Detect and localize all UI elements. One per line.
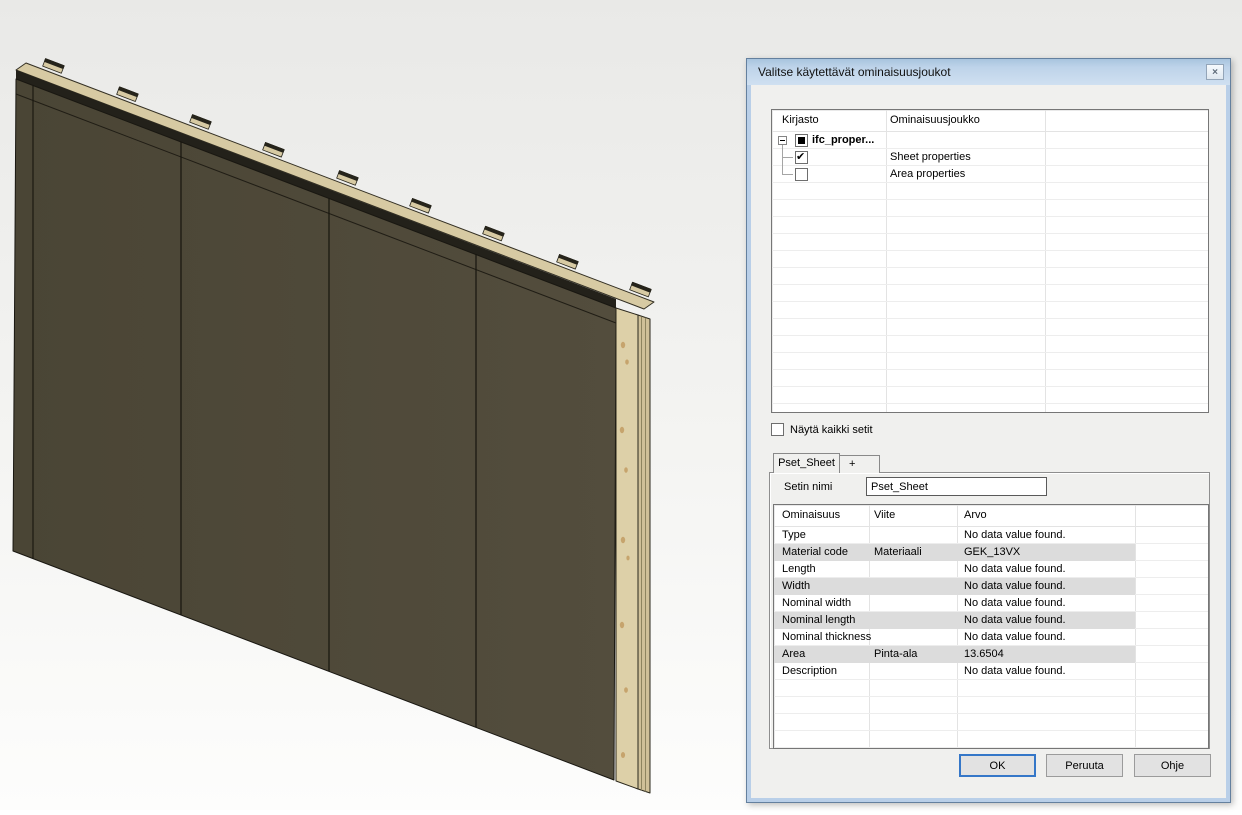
property-reference: Materiaali: [874, 544, 922, 561]
property-value: No data value found.: [964, 578, 1066, 595]
property-name: Type: [782, 527, 806, 544]
property-name: Area: [782, 646, 805, 663]
property-row[interactable]: Area Pinta-ala 13.6504: [774, 646, 1208, 663]
alt-row-background: [774, 578, 1135, 595]
property-row[interactable]: Length No data value found.: [774, 561, 1208, 578]
dialog-title: Valitse käytettävät ominaisuusjoukot: [747, 65, 951, 79]
property-value: No data value found.: [964, 561, 1066, 578]
close-icon[interactable]: ×: [1206, 64, 1224, 80]
tree-column-header-kirjasto[interactable]: Kirjasto: [782, 114, 819, 126]
property-name: Description: [782, 663, 837, 680]
property-name: Nominal length: [782, 612, 855, 629]
property-name: Material code: [782, 544, 848, 561]
tree-checkbox-checked[interactable]: [795, 151, 808, 164]
cancel-button[interactable]: Peruuta: [1046, 754, 1123, 777]
property-value: No data value found.: [964, 595, 1066, 612]
property-row[interactable]: Description No data value found.: [774, 663, 1208, 680]
tree-checkbox-partial[interactable]: [795, 134, 808, 147]
property-name: Length: [782, 561, 816, 578]
header-divider: [772, 131, 1208, 132]
tab-pset-sheet[interactable]: Pset_Sheet: [773, 453, 840, 473]
property-row[interactable]: Nominal width No data value found.: [774, 595, 1208, 612]
property-row: [774, 731, 1208, 748]
property-value: No data value found.: [964, 612, 1066, 629]
grid-column-header-viite[interactable]: Viite: [874, 509, 895, 521]
property-grid[interactable]: Ominaisuus Viite Arvo Type No data value …: [773, 504, 1209, 749]
property-name: Width: [782, 578, 810, 595]
pset-tab-page: Setin nimi Ominaisuus Viite Arvo Type No …: [769, 472, 1210, 749]
wall-end-layers: [638, 315, 650, 793]
tree-item-propertyset[interactable]: Area properties: [890, 168, 965, 180]
dialog-client-area: Kirjasto Ominaisuusjoukko ifc_proper... S…: [751, 85, 1226, 798]
show-all-sets-label: Näytä kaikki setit: [790, 424, 873, 436]
tree-item-propertyset[interactable]: Sheet properties: [890, 151, 971, 163]
tree-connector-line: [782, 174, 793, 175]
tree-connector-line: [782, 145, 783, 174]
property-row[interactable]: Nominal length No data value found.: [774, 612, 1208, 629]
property-row: [774, 697, 1208, 714]
ok-button[interactable]: OK: [959, 754, 1036, 777]
tree-expander-icon[interactable]: [778, 136, 787, 145]
property-value: No data value found.: [964, 527, 1066, 544]
property-row: [774, 714, 1208, 731]
grid-column-header-ominaisuus[interactable]: Ominaisuus: [782, 509, 840, 521]
checkbox-icon[interactable]: [771, 423, 784, 436]
property-sets-dialog: Valitse käytettävät ominaisuusjoukot × K…: [746, 58, 1231, 803]
help-button[interactable]: Ohje: [1134, 754, 1211, 777]
tree-connector-line: [782, 157, 793, 158]
property-reference: Pinta-ala: [874, 646, 917, 663]
tree-column-header-ominaisuusjoukko[interactable]: Ominaisuusjoukko: [890, 114, 980, 126]
tree-gridlines: [772, 132, 1208, 412]
tree-item-label[interactable]: ifc_proper...: [812, 134, 874, 146]
property-set-library-tree[interactable]: Kirjasto Ominaisuusjoukko ifc_proper... S…: [771, 109, 1209, 413]
alt-row-background: [774, 646, 1135, 663]
property-name: Nominal width: [782, 595, 851, 612]
property-row[interactable]: Width No data value found.: [774, 578, 1208, 595]
property-value: GEK_13VX: [964, 544, 1020, 561]
dialog-titlebar[interactable]: Valitse käytettävät ominaisuusjoukot ×: [747, 59, 1230, 85]
tab-add-new[interactable]: +: [839, 455, 880, 473]
property-row: [774, 680, 1208, 697]
wall-end-stud: [616, 308, 638, 789]
property-value: 13.6504: [964, 646, 1004, 663]
property-value: No data value found.: [964, 629, 1066, 646]
set-name-input[interactable]: [866, 477, 1047, 496]
property-row[interactable]: Material code Materiaali GEK_13VX: [774, 544, 1208, 561]
property-name: Nominal thickness: [782, 629, 871, 646]
property-row[interactable]: Nominal thickness No data value found.: [774, 629, 1208, 646]
set-name-label: Setin nimi: [784, 481, 832, 493]
tree-checkbox-unchecked[interactable]: [795, 168, 808, 181]
grid-column-header-arvo[interactable]: Arvo: [964, 509, 987, 521]
property-value: No data value found.: [964, 663, 1066, 680]
property-row[interactable]: Type No data value found.: [774, 527, 1208, 544]
